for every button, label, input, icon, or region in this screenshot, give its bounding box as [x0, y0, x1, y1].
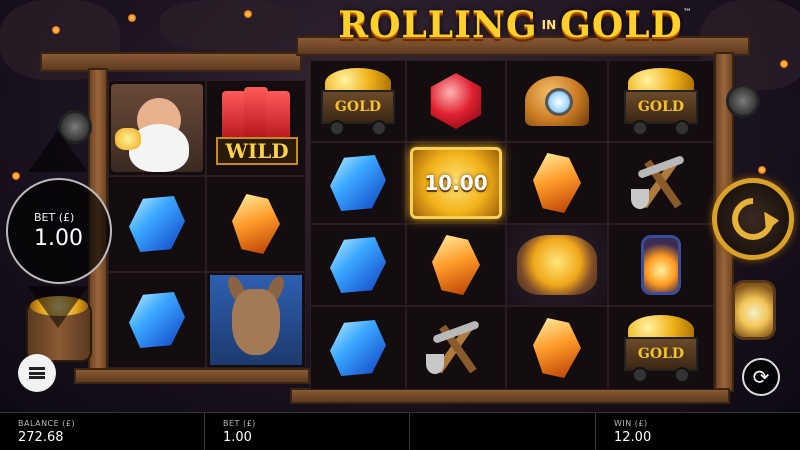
hamburger-menu-icon [29, 367, 45, 379]
balance-cell: BALANCE (£) 272.68 [0, 413, 205, 450]
bet-cell: BET (£) 1.00 [205, 413, 410, 450]
wild-label: WILD [216, 137, 298, 165]
reel-cell [206, 272, 306, 368]
reel-cell: GOLD [608, 306, 714, 390]
reel-cell [608, 142, 714, 224]
status-bet-value: 1.00 [223, 430, 252, 445]
bet-label: BET (£) [34, 211, 75, 224]
title-word-in: IN [541, 18, 557, 32]
reel-cell: WILD [206, 80, 306, 176]
autoplay-button[interactable]: ⟳ [742, 358, 780, 396]
reel-cell [108, 80, 206, 176]
reel-cell [108, 176, 206, 272]
wooden-beam [40, 52, 302, 72]
bet-increase-button[interactable] [28, 130, 88, 172]
orange-gem-icon [232, 194, 280, 254]
gold-cart-label: GOLD [637, 99, 685, 115]
menu-button[interactable] [18, 354, 56, 392]
ember-spark [780, 60, 788, 68]
ruby-icon [430, 73, 482, 129]
gold-cart-icon: GOLD [622, 66, 700, 136]
lantern-icon [641, 235, 681, 295]
reel-cell [406, 60, 506, 142]
balance-label: BALANCE (£) [18, 419, 76, 428]
blue-gem-icon [330, 237, 386, 293]
reel-cell [506, 142, 608, 224]
money-bag-icon [517, 235, 597, 295]
reel-block-right: GOLD 10.00 GOLD GOLD [310, 60, 714, 390]
win-label: WIN (£) [614, 419, 648, 428]
prospector-portrait-icon [111, 84, 203, 172]
reel-cell [406, 306, 506, 390]
bet-decrease-button[interactable] [28, 286, 88, 328]
dynamite-wild-icon: WILD [212, 85, 300, 171]
win-cell: WIN (£) 12.00 [596, 413, 800, 450]
reel-cell [608, 224, 714, 306]
status-bet-label: BET (£) [223, 419, 256, 428]
reel-cell [310, 224, 406, 306]
reel-block-left: WILD [108, 80, 306, 368]
miner-helmet-icon [525, 76, 589, 126]
ember-spark [128, 14, 136, 22]
balance-value: 272.68 [18, 430, 64, 445]
autoplay-icon: ⟳ [752, 365, 770, 389]
lantern-decor-icon [732, 280, 776, 340]
pickaxe-shovel-icon [629, 155, 693, 211]
gold-cart-icon: GOLD [622, 313, 700, 383]
ember-spark [52, 26, 60, 34]
ember-spark [758, 166, 766, 174]
wooden-beam [74, 368, 310, 384]
reel-cell [310, 306, 406, 390]
reel-cell: GOLD [608, 60, 714, 142]
gold-cart-label: GOLD [637, 346, 685, 362]
reel-cell: GOLD [310, 60, 406, 142]
blue-gem-icon [129, 292, 185, 348]
blue-gem-icon [330, 155, 386, 211]
coin-bonus-icon: 10.00 [410, 147, 502, 219]
ember-spark [244, 10, 252, 18]
win-value: 12.00 [614, 430, 652, 445]
game-scene: ROLLING IN GOLD ™ WILD GOLD 10.00 GOLD G… [0, 0, 800, 412]
bet-display[interactable]: BET (£) 1.00 [6, 178, 112, 284]
pulley-icon [726, 84, 760, 118]
donkey-portrait-icon [210, 275, 302, 365]
coin-bonus-value: 10.00 [424, 171, 488, 195]
reel-cell [506, 306, 608, 390]
spin-button[interactable] [712, 178, 794, 260]
wooden-beam [290, 388, 730, 404]
gold-cart-label: GOLD [334, 99, 382, 115]
background-rock [160, 0, 300, 50]
ember-spark [12, 172, 20, 180]
blue-gem-icon [330, 320, 386, 376]
reel-cell [108, 272, 206, 368]
bet-value: 1.00 [34, 226, 83, 251]
spacer-cell [410, 413, 596, 450]
title-word-rolling: ROLLING [338, 4, 538, 46]
reel-cell [506, 60, 608, 142]
orange-gem-icon [432, 235, 480, 295]
reel-cell [310, 142, 406, 224]
trademark-symbol: ™ [682, 8, 692, 18]
game-title: ROLLING IN GOLD ™ [338, 0, 692, 50]
orange-gem-icon [533, 153, 581, 213]
pickaxe-shovel-icon [424, 320, 488, 376]
status-bar: BALANCE (£) 272.68 BET (£) 1.00 WIN (£) … [0, 412, 800, 450]
reel-cell: 10.00 [406, 142, 506, 224]
title-word-gold: GOLD [560, 4, 683, 46]
reel-cell [206, 176, 306, 272]
gold-cart-icon: GOLD [319, 66, 397, 136]
spin-arrow-icon [723, 189, 783, 249]
reel-cell [506, 224, 608, 306]
orange-gem-icon [533, 318, 581, 378]
reel-cell [406, 224, 506, 306]
blue-gem-icon [129, 196, 185, 252]
